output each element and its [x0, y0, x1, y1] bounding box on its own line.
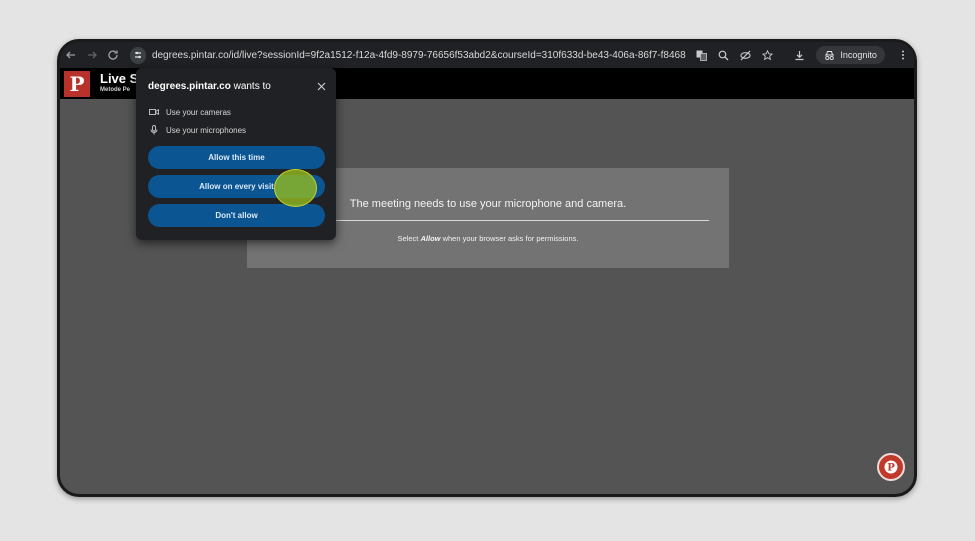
- menu-icon[interactable]: [893, 44, 914, 66]
- permission-popup: degrees.pintar.co wants to Use your came…: [136, 68, 336, 240]
- page-title: Live S: [100, 71, 139, 86]
- zoom-icon[interactable]: [714, 46, 732, 64]
- forward-icon[interactable]: [81, 44, 102, 66]
- permission-title: degrees.pintar.co wants to: [148, 81, 271, 92]
- permission-item-camera: Use your cameras: [149, 107, 231, 117]
- svg-text:P: P: [887, 463, 895, 474]
- close-icon[interactable]: [314, 79, 328, 93]
- eye-off-icon[interactable]: [736, 46, 754, 64]
- notice-divider: [327, 220, 709, 221]
- chat-button[interactable]: P: [877, 453, 905, 481]
- dont-allow-button[interactable]: Don't allow: [148, 204, 325, 227]
- incognito-label: Incognito: [840, 50, 877, 60]
- site-info-icon[interactable]: [129, 46, 146, 64]
- address-bar-url[interactable]: degrees.pintar.co/id/live?sessionId=9f2a…: [152, 50, 686, 61]
- page-subtitle: Metode Pe: [100, 87, 131, 93]
- pintar-chat-icon: P: [884, 460, 898, 474]
- incognito-badge[interactable]: Incognito: [816, 46, 885, 64]
- browser-toolbar: degrees.pintar.co/id/live?sessionId=9f2a…: [60, 42, 914, 68]
- allow-this-time-button[interactable]: Allow this time: [148, 146, 325, 169]
- cursor-highlight: [274, 169, 317, 207]
- translate-icon[interactable]: [692, 46, 710, 64]
- reload-icon[interactable]: [102, 44, 123, 66]
- browser-window: degrees.pintar.co/id/live?sessionId=9f2a…: [57, 39, 917, 497]
- pintar-logo[interactable]: P: [64, 71, 90, 97]
- back-icon[interactable]: [60, 44, 81, 66]
- camera-icon: [149, 108, 159, 116]
- microphone-icon: [150, 125, 158, 135]
- incognito-icon: [825, 50, 835, 60]
- permission-item-microphone: Use your microphones: [149, 125, 246, 135]
- download-icon[interactable]: [790, 46, 808, 64]
- star-icon[interactable]: [758, 46, 776, 64]
